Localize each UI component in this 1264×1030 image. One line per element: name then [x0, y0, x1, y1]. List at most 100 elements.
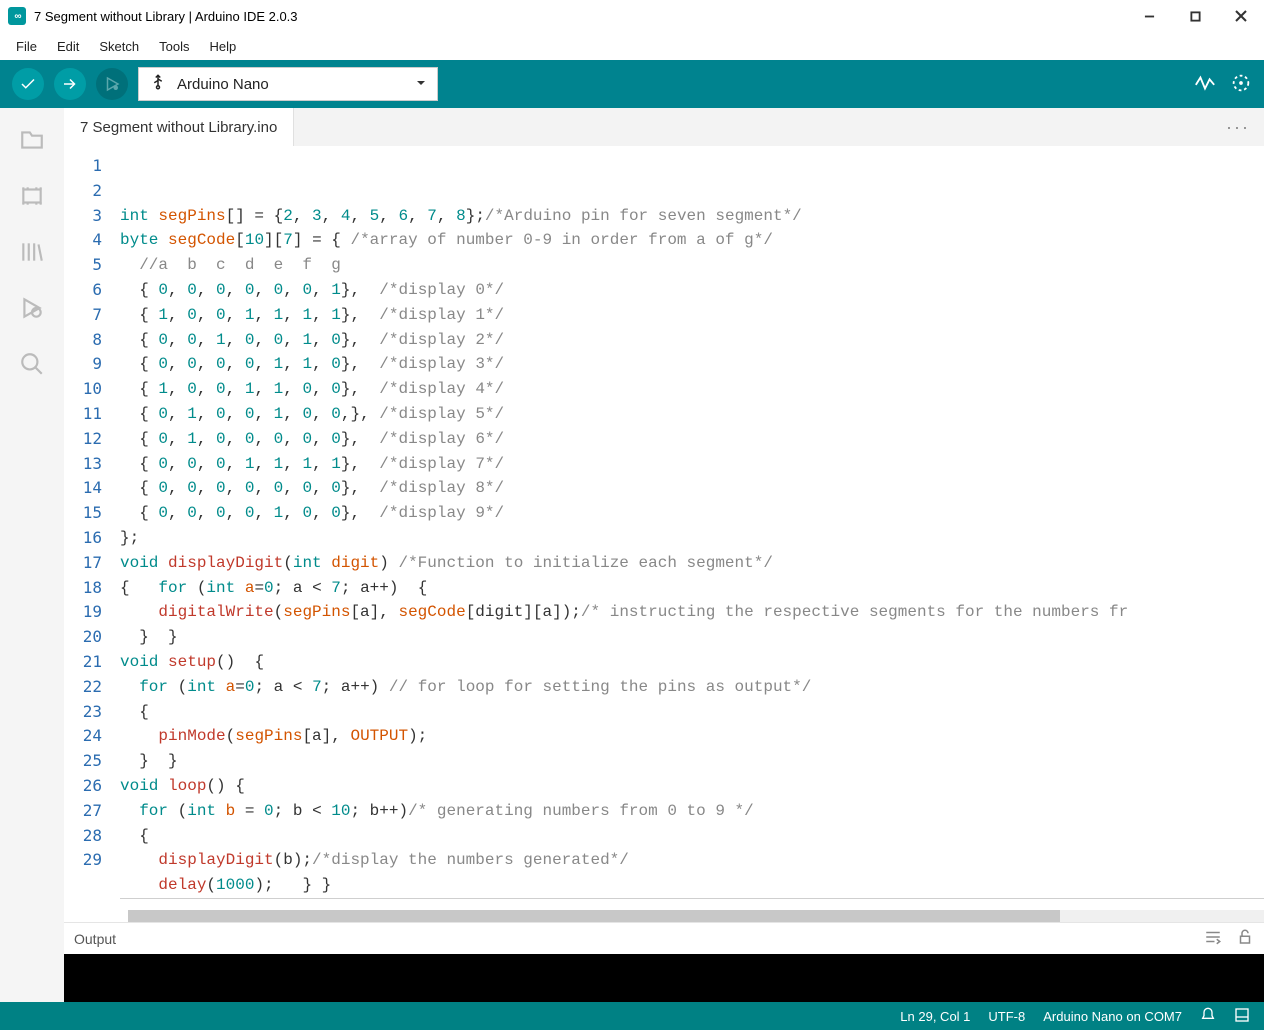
output-panel-header: Output [64, 922, 1264, 954]
main: 7 Segment without Library.ino ··· 123456… [0, 108, 1264, 1002]
line-number: 16 [64, 526, 102, 551]
code-line[interactable]: void setup() { [120, 650, 1264, 675]
app-logo-icon: ∞ [8, 7, 26, 25]
code-line[interactable]: } } [120, 625, 1264, 650]
code-line[interactable]: { 1, 0, 0, 1, 1, 0, 0}, /*display 4*/ [120, 377, 1264, 402]
code-line[interactable]: delay(1000); } } [120, 873, 1264, 898]
boards-manager-icon[interactable] [18, 182, 46, 210]
code-line[interactable]: { 0, 0, 0, 0, 0, 0, 0}, /*display 8*/ [120, 476, 1264, 501]
menu-file[interactable]: File [8, 37, 45, 56]
menu-help[interactable]: Help [201, 37, 244, 56]
output-label: Output [74, 931, 116, 947]
line-number: 15 [64, 501, 102, 526]
window-title: 7 Segment without Library | Arduino IDE … [34, 9, 298, 24]
code-line[interactable]: byte segCode[10][7] = { /*array of numbe… [120, 228, 1264, 253]
code-line[interactable]: pinMode(segPins[a], OUTPUT); [120, 724, 1264, 749]
output-lock-icon[interactable] [1236, 928, 1254, 949]
usb-icon [149, 73, 167, 95]
minimize-button[interactable] [1126, 0, 1172, 32]
library-manager-icon[interactable] [18, 238, 46, 266]
line-number: 23 [64, 700, 102, 725]
line-number: 17 [64, 551, 102, 576]
output-panel[interactable] [64, 954, 1264, 1002]
line-number: 12 [64, 427, 102, 452]
line-number: 5 [64, 253, 102, 278]
tab-file[interactable]: 7 Segment without Library.ino [64, 108, 294, 146]
debug-button[interactable] [96, 68, 128, 100]
status-position[interactable]: Ln 29, Col 1 [900, 1009, 970, 1024]
activity-bar [0, 108, 64, 1002]
code-line[interactable]: digitalWrite(segPins[a], segCode[digit][… [120, 600, 1264, 625]
serial-monitor-icon[interactable] [1230, 72, 1252, 97]
maximize-button[interactable] [1172, 0, 1218, 32]
notifications-icon[interactable] [1200, 1007, 1216, 1026]
code-line[interactable]: { for (int a=0; a < 7; a++) { [120, 576, 1264, 601]
code-editor[interactable]: 1234567891011121314151617181920212223242… [64, 146, 1264, 910]
line-number: 3 [64, 204, 102, 229]
code-line[interactable]: { 0, 0, 0, 1, 1, 1, 1}, /*display 7*/ [120, 452, 1264, 477]
close-panel-icon[interactable] [1234, 1007, 1250, 1026]
code-line[interactable]: { 0, 0, 1, 0, 0, 1, 0}, /*display 2*/ [120, 328, 1264, 353]
code-line[interactable]: { [120, 700, 1264, 725]
window-controls [1126, 0, 1264, 32]
code-line[interactable]: //a b c d e f g [120, 253, 1264, 278]
menu-tools[interactable]: Tools [151, 37, 197, 56]
line-number: 18 [64, 576, 102, 601]
code-line[interactable]: { 0, 1, 0, 0, 0, 0, 0}, /*display 6*/ [120, 427, 1264, 452]
code-line[interactable]: void loop() { [120, 774, 1264, 799]
sketchbook-icon[interactable] [18, 126, 46, 154]
line-number: 20 [64, 625, 102, 650]
menu-sketch[interactable]: Sketch [91, 37, 147, 56]
code-line[interactable]: } } [120, 749, 1264, 774]
line-number: 19 [64, 600, 102, 625]
code-line[interactable] [120, 898, 1264, 910]
code-line[interactable]: displayDigit(b);/*display the numbers ge… [120, 848, 1264, 873]
line-number: 27 [64, 799, 102, 824]
code-line[interactable]: { 0, 0, 0, 0, 1, 1, 0}, /*display 3*/ [120, 352, 1264, 377]
horizontal-scrollbar[interactable] [128, 910, 1264, 922]
output-wrap-icon[interactable] [1204, 928, 1222, 949]
line-number: 24 [64, 724, 102, 749]
code-line[interactable]: void displayDigit(int digit) /*Function … [120, 551, 1264, 576]
line-number: 25 [64, 749, 102, 774]
scrollbar-thumb[interactable] [128, 910, 1060, 922]
tab-overflow-button[interactable]: ··· [1212, 108, 1264, 146]
line-number: 6 [64, 278, 102, 303]
code-line[interactable]: { 0, 1, 0, 0, 1, 0, 0,}, /*display 5*/ [120, 402, 1264, 427]
line-number: 1 [64, 154, 102, 179]
menu-edit[interactable]: Edit [49, 37, 87, 56]
code-line[interactable]: int segPins[] = {2, 3, 4, 5, 6, 7, 8};/*… [120, 204, 1264, 229]
line-number: 22 [64, 675, 102, 700]
line-number: 14 [64, 476, 102, 501]
chevron-down-icon [415, 76, 427, 93]
close-button[interactable] [1218, 0, 1264, 32]
code-content[interactable]: int segPins[] = {2, 3, 4, 5, 6, 7, 8};/*… [112, 146, 1264, 910]
board-selector[interactable]: Arduino Nano [138, 67, 438, 101]
line-number: 13 [64, 452, 102, 477]
code-line[interactable]: }; [120, 526, 1264, 551]
menubar: File Edit Sketch Tools Help [0, 32, 1264, 60]
upload-button[interactable] [54, 68, 86, 100]
line-number: 29 [64, 848, 102, 873]
titlebar: ∞ 7 Segment without Library | Arduino ID… [0, 0, 1264, 32]
code-line[interactable]: { 0, 0, 0, 0, 1, 0, 0}, /*display 9*/ [120, 501, 1264, 526]
debug-panel-icon[interactable] [18, 294, 46, 322]
line-number: 9 [64, 352, 102, 377]
line-number: 2 [64, 179, 102, 204]
code-line[interactable]: { 1, 0, 0, 1, 1, 1, 1}, /*display 1*/ [120, 303, 1264, 328]
verify-button[interactable] [12, 68, 44, 100]
serial-plotter-icon[interactable] [1194, 72, 1216, 97]
search-icon[interactable] [18, 350, 46, 378]
status-board-port[interactable]: Arduino Nano on COM7 [1043, 1009, 1182, 1024]
code-line[interactable]: for (int b = 0; b < 10; b++)/* generatin… [120, 799, 1264, 824]
line-number: 21 [64, 650, 102, 675]
status-encoding[interactable]: UTF-8 [988, 1009, 1025, 1024]
statusbar: Ln 29, Col 1 UTF-8 Arduino Nano on COM7 [0, 1002, 1264, 1030]
code-line[interactable]: { [120, 824, 1264, 849]
line-number: 7 [64, 303, 102, 328]
code-line[interactable]: { 0, 0, 0, 0, 0, 0, 1}, /*display 0*/ [120, 278, 1264, 303]
gutter: 1234567891011121314151617181920212223242… [64, 146, 112, 910]
code-line[interactable]: for (int a=0; a < 7; a++) // for loop fo… [120, 675, 1264, 700]
line-number: 11 [64, 402, 102, 427]
toolbar: Arduino Nano [0, 60, 1264, 108]
